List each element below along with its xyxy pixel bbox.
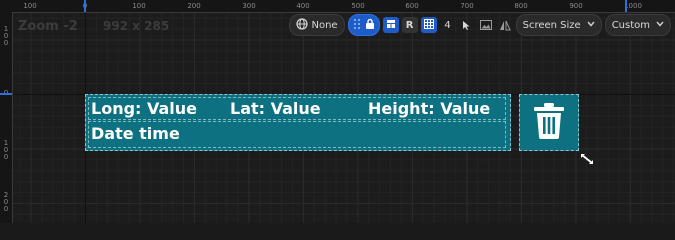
image-icon[interactable]	[478, 15, 494, 35]
grid-icon	[423, 18, 434, 32]
chevron-down-icon	[587, 20, 595, 30]
ruler-marker-start	[0, 93, 12, 95]
ruler-tick: 900	[569, 2, 583, 10]
cursor-icon[interactable]	[459, 15, 475, 35]
ruler-left: 100 0 100 200	[0, 12, 13, 223]
height-text[interactable]: Height: Value	[368, 99, 490, 118]
dotted-grip-icon	[353, 18, 361, 33]
ruler-tick: 600	[405, 2, 419, 10]
layout-icon	[386, 19, 396, 32]
lock-toggle-group[interactable]	[347, 14, 380, 36]
flip-icon[interactable]	[497, 15, 513, 35]
ruler-tick: 200	[187, 2, 201, 10]
layout-toggle-button[interactable]	[382, 17, 399, 33]
ruler-tick: 100	[3, 25, 9, 47]
globe-icon	[295, 17, 308, 33]
info-row-coordinates[interactable]: Long: Value Lat: Value Height: Value	[88, 97, 506, 120]
info-panel-widget[interactable]: Long: Value Lat: Value Height: Value Dat…	[85, 94, 511, 151]
zoom-label: Zoom -2	[18, 19, 78, 34]
delete-button[interactable]	[519, 94, 579, 151]
lat-text[interactable]: Lat: Value	[230, 99, 321, 118]
info-row-datetime[interactable]: Date time	[88, 121, 506, 148]
designer-toolbar: None R 4 Screen Size Custom	[288, 14, 671, 36]
datetime-text[interactable]: Date time	[91, 124, 180, 143]
ruler-marker-end	[625, 0, 627, 12]
locale-preview-dropdown[interactable]: None	[288, 14, 345, 36]
resize-handle-icon[interactable]	[579, 151, 595, 165]
ruler-tick: 100	[3, 139, 9, 161]
ruler-tick: 300	[242, 2, 256, 10]
ruler-tick: 100	[23, 2, 37, 10]
screen-size-label: Screen Size	[522, 19, 581, 31]
ruler-tick: 100	[132, 2, 146, 10]
lock-icon	[365, 18, 375, 33]
ruler-marker-start	[84, 0, 86, 12]
long-text[interactable]: Long: Value	[91, 99, 197, 118]
grid-value[interactable]: 4	[440, 15, 456, 35]
custom-label: Custom	[611, 19, 650, 31]
grid-snap-button[interactable]	[420, 17, 437, 33]
ruler-tick: 700	[460, 2, 474, 10]
resolution-label: 992 x 285	[103, 19, 170, 33]
trash-icon	[532, 102, 566, 144]
screen-size-dropdown[interactable]: Screen Size	[515, 14, 602, 36]
ruler-tick: 200	[3, 191, 9, 213]
chevron-down-icon	[656, 20, 664, 30]
ruler-tick: 500	[351, 2, 365, 10]
custom-dropdown[interactable]: Custom	[604, 14, 671, 36]
ruler-tick: 400	[296, 2, 310, 10]
locale-label: None	[311, 19, 338, 31]
ruler-top: 100 0 100 200 300 400 500 600 700 800 90…	[0, 0, 675, 13]
ruler-tick: 800	[514, 2, 528, 10]
r-toggle-button[interactable]: R	[401, 17, 418, 33]
